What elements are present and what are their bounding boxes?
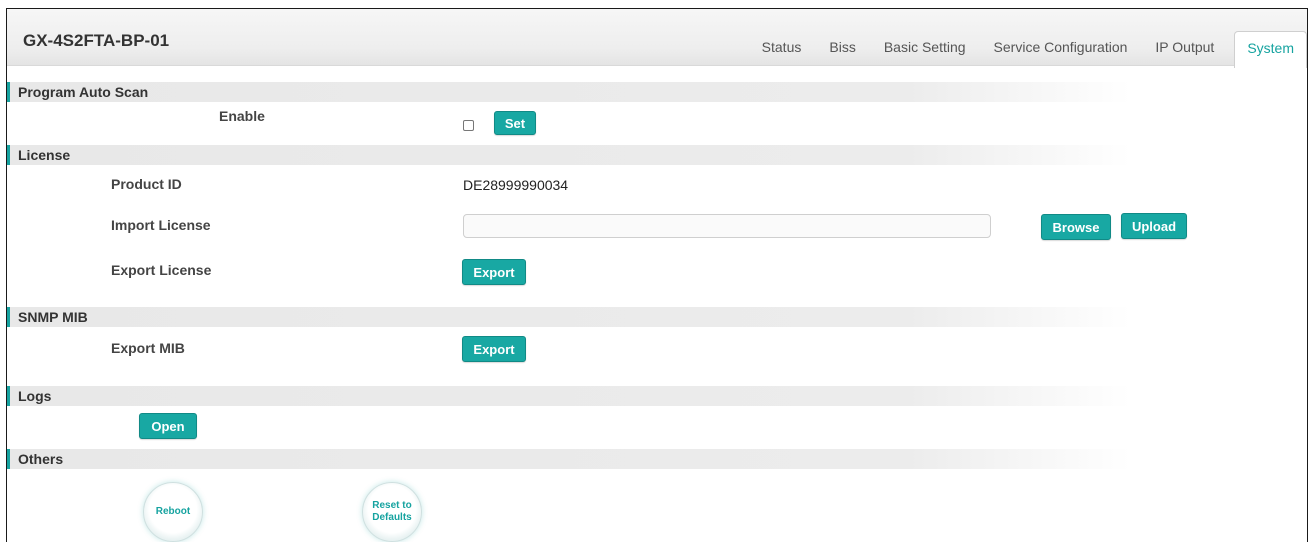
- section-title: Program Auto Scan: [18, 84, 149, 100]
- export-license-button[interactable]: Export: [462, 259, 526, 285]
- open-logs-button[interactable]: Open: [139, 413, 197, 439]
- product-id-label: Product ID: [111, 176, 182, 192]
- section-program-auto-scan: Program Auto Scan: [7, 82, 1131, 102]
- section-snmp-mib: SNMP MIB: [7, 307, 1131, 327]
- export-mib-label: Export MIB: [111, 340, 185, 356]
- section-title: Others: [18, 451, 64, 467]
- section-logs: Logs: [7, 386, 1131, 406]
- main-tabs: Status Biss Basic Setting Service Config…: [748, 31, 1307, 68]
- reboot-button[interactable]: Reboot: [143, 482, 203, 542]
- tab-biss[interactable]: Biss: [815, 31, 869, 65]
- header-bar: GX-4S2FTA-BP-01 Status Biss Basic Settin…: [7, 9, 1307, 68]
- section-title: License: [18, 147, 71, 163]
- device-name: GX-4S2FTA-BP-01: [23, 31, 170, 50]
- set-button[interactable]: Set: [494, 111, 536, 135]
- tab-status[interactable]: Status: [748, 31, 816, 65]
- app-window: GX-4S2FTA-BP-01 Status Biss Basic Settin…: [6, 8, 1308, 542]
- export-license-label: Export License: [111, 262, 212, 278]
- enable-label: Enable: [219, 108, 265, 124]
- section-license: License: [7, 145, 1131, 165]
- enable-checkbox[interactable]: [463, 120, 474, 131]
- product-id-value: DE28999990034: [463, 177, 569, 193]
- import-license-label: Import License: [111, 217, 211, 233]
- section-title: Logs: [18, 388, 52, 404]
- tab-service-configuration[interactable]: Service Configuration: [980, 31, 1142, 65]
- tab-ip-output[interactable]: IP Output: [1141, 31, 1228, 65]
- import-license-input[interactable]: [463, 214, 991, 238]
- section-title: SNMP MIB: [18, 309, 88, 325]
- browse-button[interactable]: Browse: [1041, 214, 1111, 240]
- export-mib-button[interactable]: Export: [462, 336, 526, 362]
- tab-system[interactable]: System: [1234, 31, 1307, 68]
- tab-basic-setting[interactable]: Basic Setting: [870, 31, 980, 65]
- upload-button[interactable]: Upload: [1121, 213, 1187, 239]
- section-others: Others: [7, 449, 1131, 469]
- reset-to-defaults-button[interactable]: Reset to Defaults: [362, 482, 422, 542]
